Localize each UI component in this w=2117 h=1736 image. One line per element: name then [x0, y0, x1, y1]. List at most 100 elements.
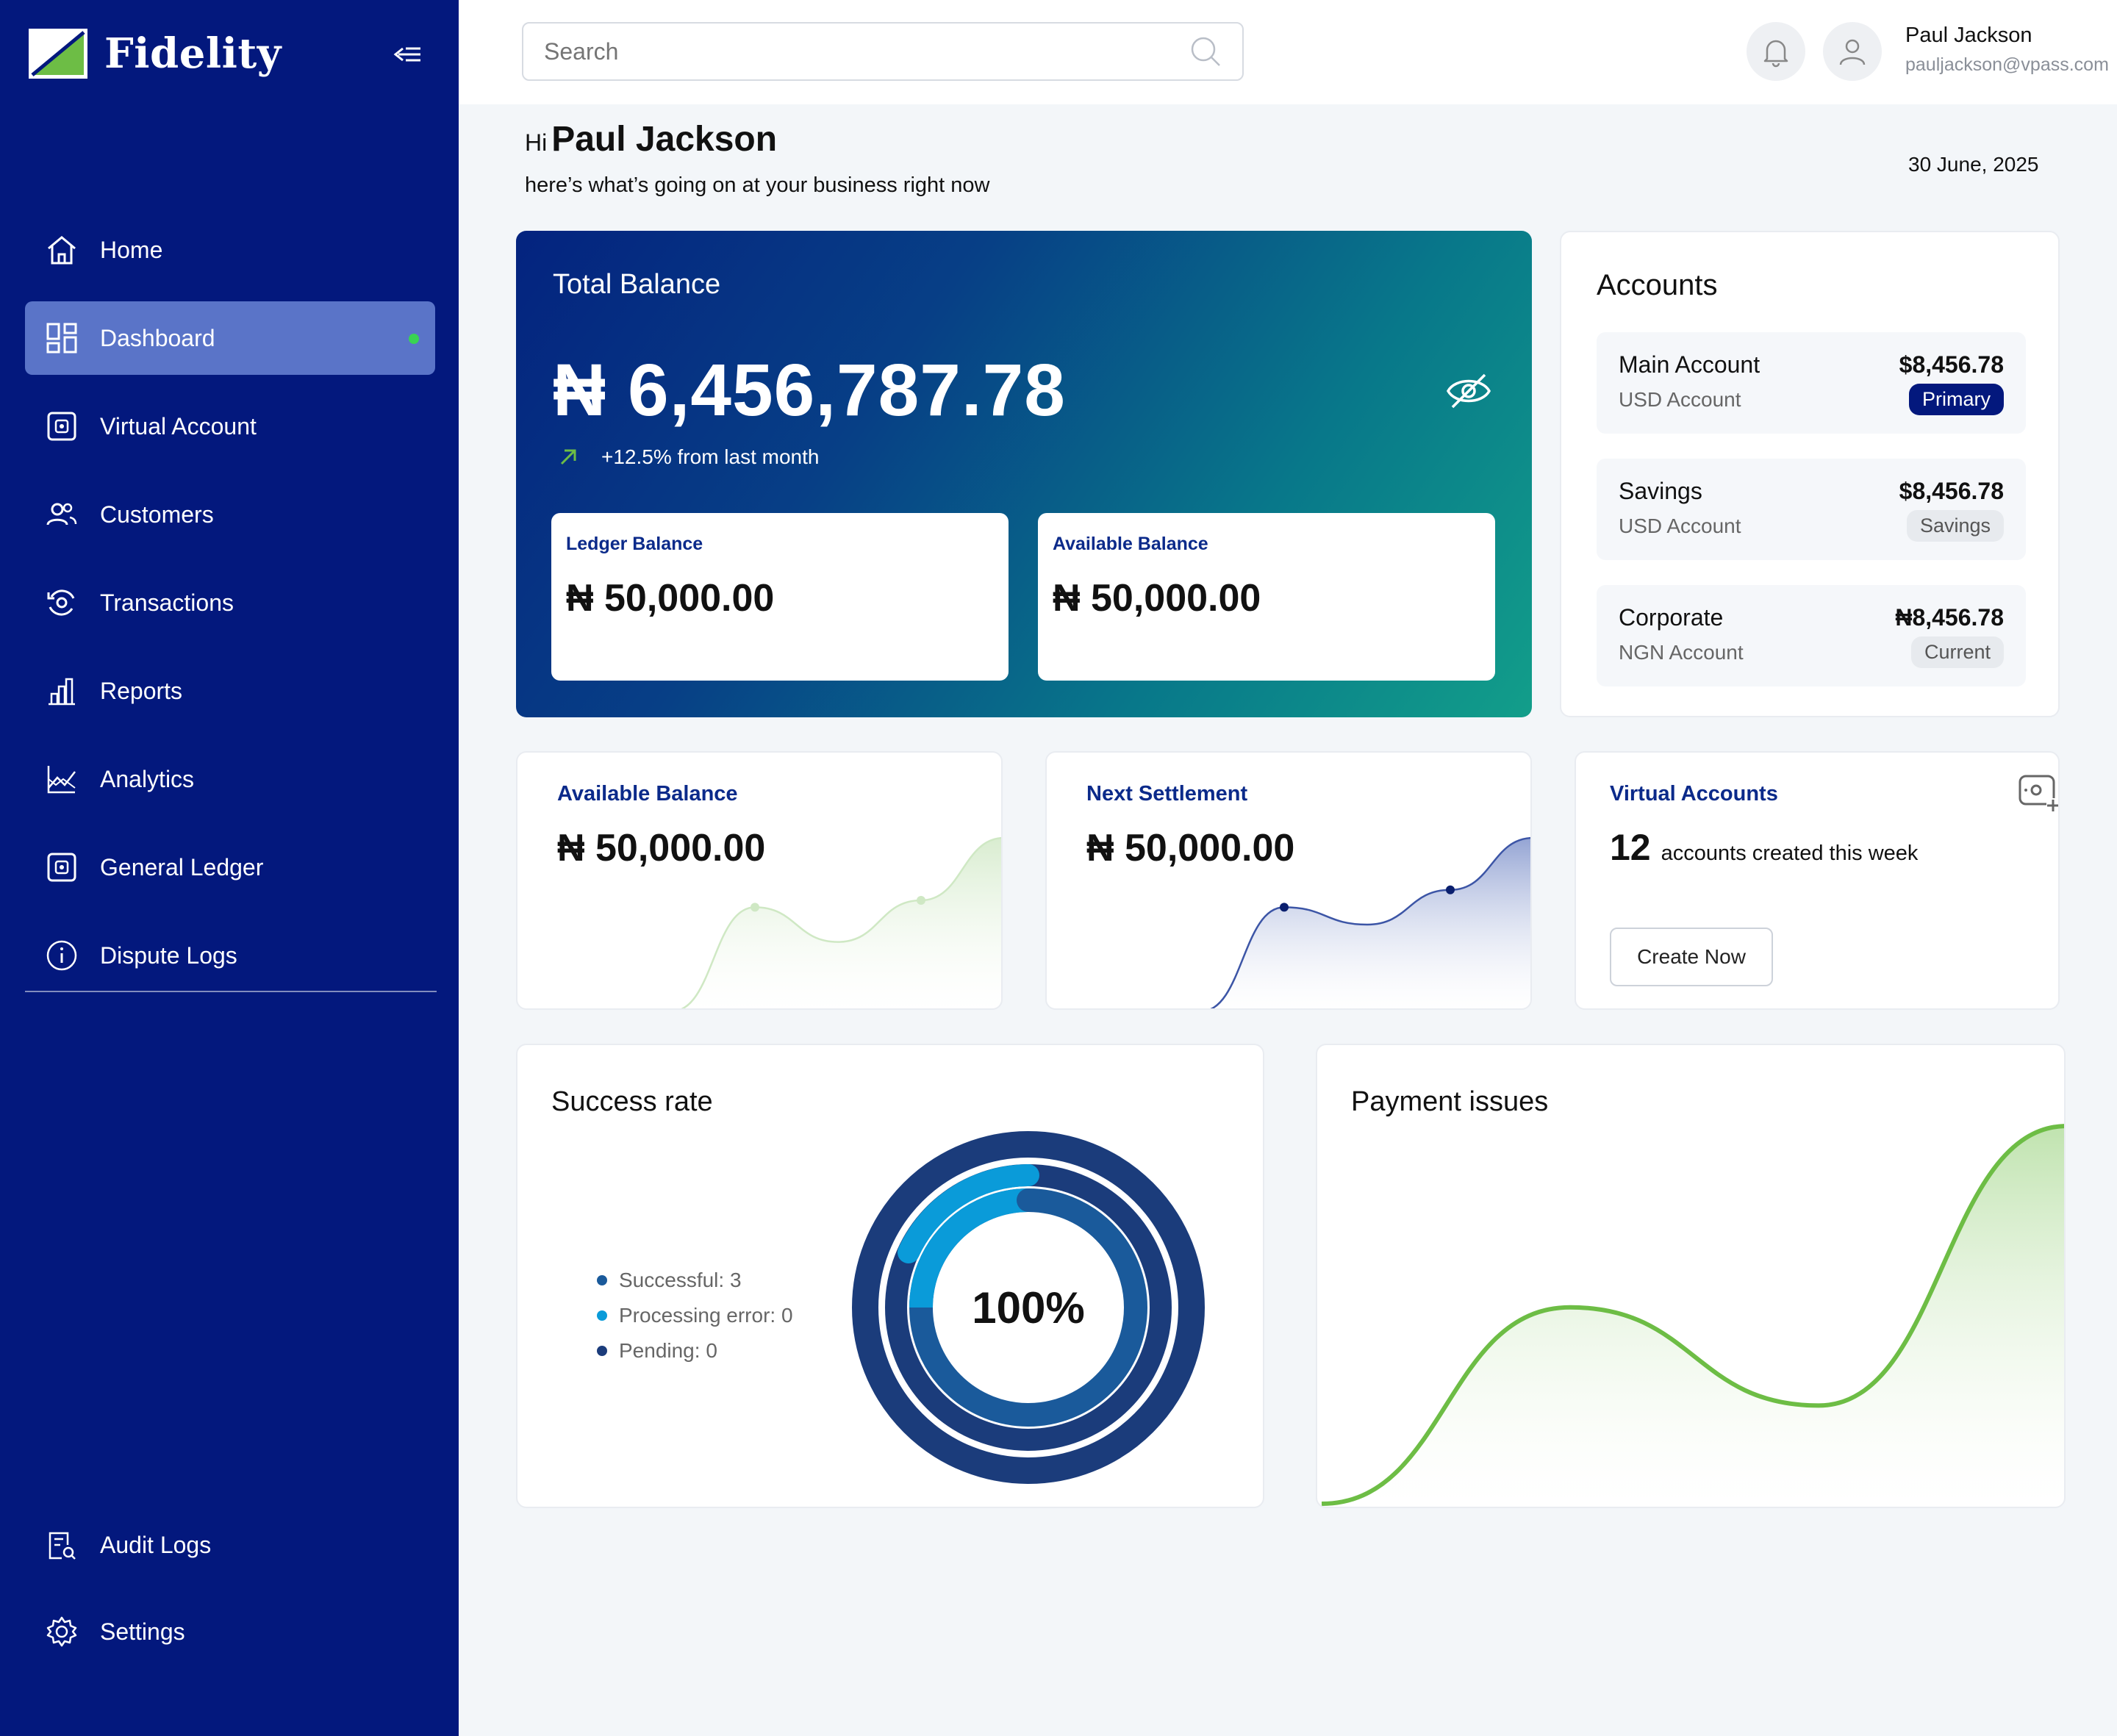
sidebar-item-reports[interactable]: Reports	[25, 654, 435, 728]
account-item-corporate[interactable]: Corporate NGN Account ₦8,456.78 Current	[1597, 585, 2026, 686]
virtual-accounts-widget: Virtual Accounts 12 accounts created thi…	[1575, 751, 2060, 1010]
total-balance-card: Total Balance ₦ 6,456,787.78 +12.5% from…	[516, 231, 1532, 717]
fidelity-logo-icon	[29, 29, 87, 79]
account-item-main[interactable]: Main Account USD Account $8,456.78 Prima…	[1597, 332, 2026, 434]
search-icon[interactable]	[1189, 35, 1222, 68]
sidebar-item-label: Home	[100, 236, 163, 263]
sidebar-item-label: Dispute Logs	[100, 941, 237, 969]
greeting-name: Paul Jackson	[551, 120, 778, 159]
notifications-button[interactable]	[1747, 22, 1805, 81]
legend-item-pending: Pending: 0	[597, 1333, 793, 1369]
success-rate-card: Success rate Successful: 3 Processing er…	[516, 1044, 1264, 1508]
greeting-title: Hi Paul Jackson	[525, 119, 777, 159]
greeting-hi: Hi	[525, 129, 548, 156]
sidebar-item-settings[interactable]: Settings	[25, 1595, 435, 1668]
chart-point	[1446, 885, 1455, 894]
account-name: Corporate	[1619, 604, 1724, 631]
payment-issues-title: Payment issues	[1351, 1086, 1549, 1117]
available-balance-card: Available Balance ₦ 50,000.00	[1038, 513, 1495, 681]
audit-icon	[49, 1532, 76, 1560]
balance-trend: +12.5% from last month	[557, 445, 819, 469]
create-now-button[interactable]: Create Now	[1610, 928, 1773, 986]
sidebar-item-label: General Ledger	[100, 853, 264, 880]
sidebar-item-general-ledger[interactable]: General Ledger	[25, 831, 435, 904]
customers-icon	[46, 503, 77, 526]
sidebar-item-audit-logs[interactable]: Audit Logs	[25, 1508, 435, 1582]
virtual-accounts-count: 12	[1610, 827, 1651, 868]
virtual-account-icon	[47, 412, 76, 441]
sidebar-item-dispute-logs[interactable]: Dispute Logs	[25, 919, 435, 992]
total-balance-label: Total Balance	[553, 269, 721, 300]
available-balance-value: ₦ 50,000.00	[1053, 577, 1261, 620]
ledger-balance-value: ₦ 50,000.00	[566, 577, 775, 620]
sidebar-item-transactions[interactable]: Transactions	[25, 566, 435, 639]
brand-logo[interactable]: Fidelity	[28, 28, 282, 79]
legend-item-successful: Successful: 3	[597, 1263, 793, 1298]
available-balance-amount: ₦ 50,000.00	[557, 827, 766, 869]
user-icon	[1839, 39, 1866, 65]
sidebar-item-label: Customers	[100, 501, 214, 528]
gear-icon	[46, 1616, 77, 1647]
virtual-accounts-text: accounts created this week	[1661, 842, 1919, 865]
brand-name: Fidelity	[104, 29, 282, 78]
sidebar-item-label: Transactions	[100, 589, 234, 616]
sidebar-item-label: Virtual Account	[100, 412, 257, 440]
sidebar-item-virtual-account[interactable]: Virtual Account	[25, 390, 435, 463]
home-icon	[48, 236, 76, 265]
info-icon	[46, 940, 77, 971]
sidebar-item-analytics[interactable]: Analytics	[25, 742, 435, 816]
sidebar-item-dashboard[interactable]: Dashboard	[25, 301, 435, 375]
available-balance-widget: Available Balance ₦ 50,000.00	[516, 751, 1003, 1010]
greeting-subtitle: here’s what’s going on at your business …	[525, 173, 990, 197]
account-item-savings[interactable]: Savings USD Account $8,456.78 Savings	[1597, 459, 2026, 560]
search-box[interactable]	[522, 22, 1244, 81]
chart-area	[1322, 1126, 2064, 1504]
collapse-sidebar-icon[interactable]	[388, 38, 423, 71]
legend-dot	[597, 1346, 607, 1356]
legend-item-processing-error: Processing error: 0	[597, 1298, 793, 1333]
user-email: pauljackson@vpass.com	[1905, 54, 2109, 75]
account-name: Savings	[1619, 478, 1702, 504]
sidebar-item-label: Reports	[100, 677, 183, 704]
available-balance-label: Available Balance	[1053, 534, 1208, 554]
account-type: USD Account	[1619, 514, 1741, 537]
next-settlement-amount: ₦ 50,000.00	[1086, 827, 1295, 869]
account-balance: ₦8,456.78	[1895, 604, 2004, 631]
sidebar-item-customers[interactable]: Customers	[25, 478, 435, 551]
bell-icon	[1763, 40, 1788, 68]
user-name: Paul Jackson	[1905, 24, 2032, 47]
sidebar-divider	[25, 991, 437, 992]
top-bar: Paul Jackson pauljackson@vpass.com	[459, 0, 2117, 104]
total-balance-value: ₦ 6,456,787.78	[553, 349, 1066, 431]
next-settlement-widget: Next Settlement ₦ 50,000.00	[1045, 751, 1532, 1010]
sidebar-item-label: Dashboard	[100, 324, 215, 351]
accounts-card: Accounts Main Account USD Account $8,456…	[1560, 231, 2060, 717]
legend-label: Pending: 0	[619, 1339, 717, 1362]
eye-off-icon[interactable]	[1445, 370, 1492, 412]
legend-label: Processing error: 0	[619, 1304, 793, 1327]
account-type: USD Account	[1619, 388, 1741, 411]
reports-icon	[49, 678, 75, 706]
sidebar-item-home[interactable]: Home	[25, 213, 435, 287]
sidebar-bottom-nav: Audit Logs Settings	[25, 1508, 435, 1682]
legend-dot	[597, 1275, 607, 1285]
dashboard-icon	[46, 323, 77, 354]
sidebar-nav: Home Dashboard Virtual Account Customers…	[25, 213, 435, 1007]
ledger-balance-card: Ledger Balance ₦ 50,000.00	[551, 513, 1009, 681]
add-virtual-account-icon[interactable]	[2017, 773, 2060, 813]
ledger-icon	[47, 853, 76, 882]
account-badge: Primary	[1909, 384, 2004, 415]
ledger-balance-label: Ledger Balance	[566, 534, 703, 554]
transactions-icon	[47, 589, 75, 616]
account-badge: Savings	[1906, 510, 2004, 542]
virtual-accounts-count-row: 12 accounts created this week	[1610, 826, 1918, 869]
legend-label: Successful: 3	[619, 1269, 742, 1291]
current-date: 30 June, 2025	[1908, 153, 2039, 176]
success-rate-title: Success rate	[551, 1086, 713, 1117]
avatar[interactable]	[1823, 22, 1882, 81]
available-balance-title: Available Balance	[557, 782, 738, 806]
arrow-up-right-icon	[560, 449, 576, 465]
search-input[interactable]	[544, 37, 1176, 65]
active-indicator	[409, 334, 419, 344]
chart-point	[1280, 903, 1289, 912]
